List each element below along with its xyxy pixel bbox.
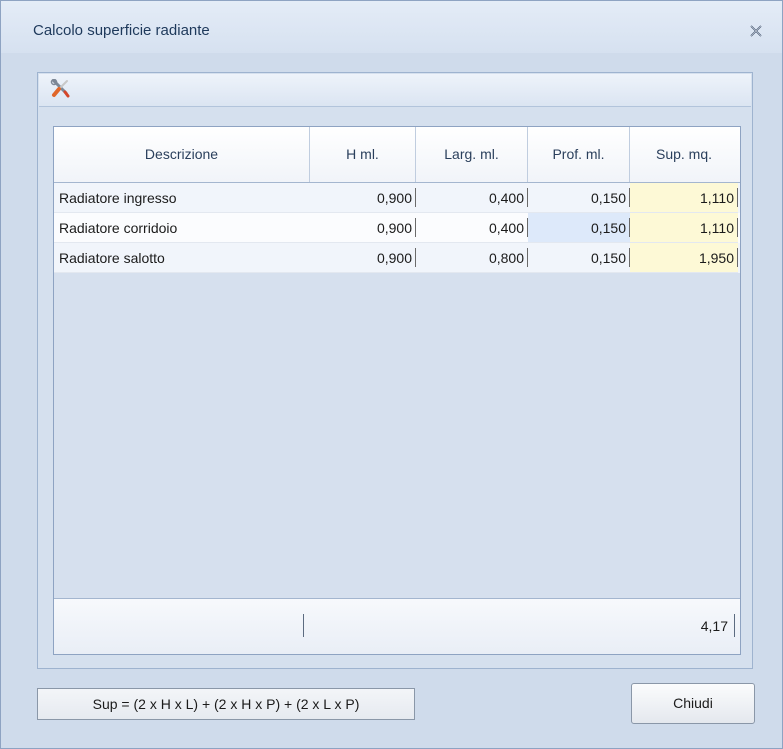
formula-label: Sup = (2 x H x L) + (2 x H x P) + (2 x L…	[37, 688, 415, 720]
cell-h[interactable]: 0,900	[310, 213, 416, 243]
cell-sup[interactable]: 1,110	[630, 213, 738, 243]
cell-descrizione[interactable]: Radiatore corridoio	[54, 213, 310, 243]
cell-descrizione[interactable]: Radiatore ingresso	[54, 183, 310, 213]
title-bar: Calcolo superficie radiante	[1, 1, 782, 53]
tools-icon[interactable]	[50, 78, 72, 99]
column-header-h[interactable]: H ml.	[310, 127, 416, 182]
column-header-sup[interactable]: Sup. mq.	[630, 127, 738, 182]
cell-descrizione[interactable]: Radiatore salotto	[54, 243, 310, 273]
cell-prof-selected[interactable]: 0,150	[528, 213, 630, 243]
content-panel: Descrizione H ml. Larg. ml. Prof. ml. Su…	[37, 72, 753, 669]
table-row[interactable]: Radiatore ingresso 0,900 0,400 0,150 1,1…	[54, 183, 740, 213]
column-header-larg[interactable]: Larg. ml.	[416, 127, 528, 182]
close-button[interactable]: Chiudi	[631, 683, 755, 724]
cell-prof[interactable]: 0,150	[528, 183, 630, 213]
cell-larg[interactable]: 0,400	[416, 183, 528, 213]
cell-h[interactable]: 0,900	[310, 183, 416, 213]
window-title: Calcolo superficie radiante	[33, 22, 210, 39]
cell-sup[interactable]: 1,950	[630, 243, 738, 273]
table-footer: 4,17	[54, 598, 740, 654]
total-sup-value: 4,17	[700, 618, 728, 634]
cell-larg[interactable]: 0,800	[416, 243, 528, 273]
table-row[interactable]: Radiatore salotto 0,900 0,800 0,150 1,95…	[54, 243, 740, 273]
close-icon[interactable]	[748, 23, 764, 39]
cell-sup[interactable]: 1,110	[630, 183, 738, 213]
radiator-table: Descrizione H ml. Larg. ml. Prof. ml. Su…	[53, 126, 741, 655]
cell-prof[interactable]: 0,150	[528, 243, 630, 273]
dialog-window: Calcolo superficie radiante Descrizione …	[0, 0, 783, 749]
column-header-prof[interactable]: Prof. ml.	[528, 127, 630, 182]
column-header-descrizione[interactable]: Descrizione	[54, 127, 310, 182]
toolbar	[39, 74, 751, 107]
table-row[interactable]: Radiatore corridoio 0,900 0,400 0,150 1,…	[54, 213, 740, 243]
footer-separator	[303, 614, 304, 637]
footer-separator	[734, 614, 735, 637]
cell-larg[interactable]: 0,400	[416, 213, 528, 243]
table-header: Descrizione H ml. Larg. ml. Prof. ml. Su…	[54, 127, 740, 183]
cell-h[interactable]: 0,900	[310, 243, 416, 273]
